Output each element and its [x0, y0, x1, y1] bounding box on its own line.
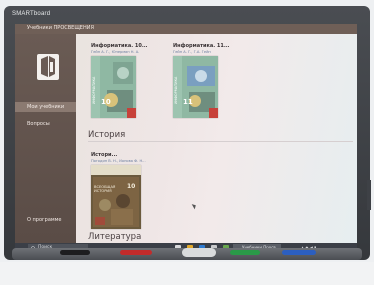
- cover-grade: 11: [183, 98, 193, 106]
- cover-grade: 10: [127, 183, 136, 190]
- title-bar: Учебники ПРОСВЕЩЕНИЯ: [15, 24, 357, 34]
- book-authors: Гейн А. Г., Г.А. Гейн: [173, 50, 211, 54]
- eraser[interactable]: [182, 248, 216, 257]
- black-pen[interactable]: [60, 250, 90, 255]
- cover-title: ВСЕОБЩАЯ ИСТОРИЯ: [94, 185, 116, 193]
- main-content: Информатика. 10... Гейн А. Г., Юнерман Н…: [76, 34, 357, 243]
- section-divider: [88, 141, 353, 142]
- book-title[interactable]: Информатика. 11...: [173, 43, 230, 49]
- sidebar-item-my-books[interactable]: Мои учебники: [15, 102, 76, 112]
- red-pen[interactable]: [120, 250, 152, 255]
- book-title[interactable]: Истори...: [91, 152, 117, 158]
- sidebar-item-label: О программе: [27, 217, 62, 223]
- book-authors: Погодин В. Н., Ионова Ф. Н...: [91, 159, 146, 163]
- cover-title: ИНФОРМАТИКА: [92, 76, 96, 104]
- cover-title: ИНФОРМАТИКА: [174, 76, 178, 104]
- wall: [0, 262, 374, 285]
- book-authors: Гейн А. Г., Юнерман Н. А.: [91, 50, 140, 54]
- whiteboard-scene: SMARTboard Учебники ПРОСВЕЩЕНИЯ Мои учеб…: [0, 0, 374, 285]
- blue-pen[interactable]: [282, 250, 316, 255]
- sidebar-item-questions[interactable]: Вопросы: [15, 119, 76, 129]
- book-cover[interactable]: ИНФОРМАТИКА 11: [173, 56, 218, 118]
- book-cover[interactable]: ВСЕОБЩАЯ ИСТОРИЯ 10: [91, 165, 141, 229]
- brand-logo: SMARTboard: [12, 11, 51, 17]
- sidebar-item-about[interactable]: О программе: [15, 215, 76, 225]
- sidebar: Мои учебники Вопросы О программе: [15, 34, 76, 243]
- section-heading-literature: Литература: [88, 232, 142, 242]
- book-title[interactable]: Информатика. 10...: [91, 43, 148, 49]
- section-heading-history: История: [88, 130, 126, 140]
- sidebar-item-label: Мои учебники: [27, 104, 65, 110]
- pen-tray: [12, 248, 362, 260]
- cover-grade: 10: [101, 98, 111, 106]
- green-pen[interactable]: [230, 250, 260, 255]
- window-title: Учебники ПРОСВЕЩЕНИЯ: [27, 25, 94, 31]
- projected-screen: Учебники ПРОСВЕЩЕНИЯ Мои учебники Вопрос…: [15, 24, 357, 253]
- book-cover[interactable]: ИНФОРМАТИКА 10: [91, 56, 136, 118]
- board-side-handle: [367, 180, 371, 210]
- app-logo-icon: [37, 54, 59, 80]
- sidebar-item-label: Вопросы: [27, 121, 50, 127]
